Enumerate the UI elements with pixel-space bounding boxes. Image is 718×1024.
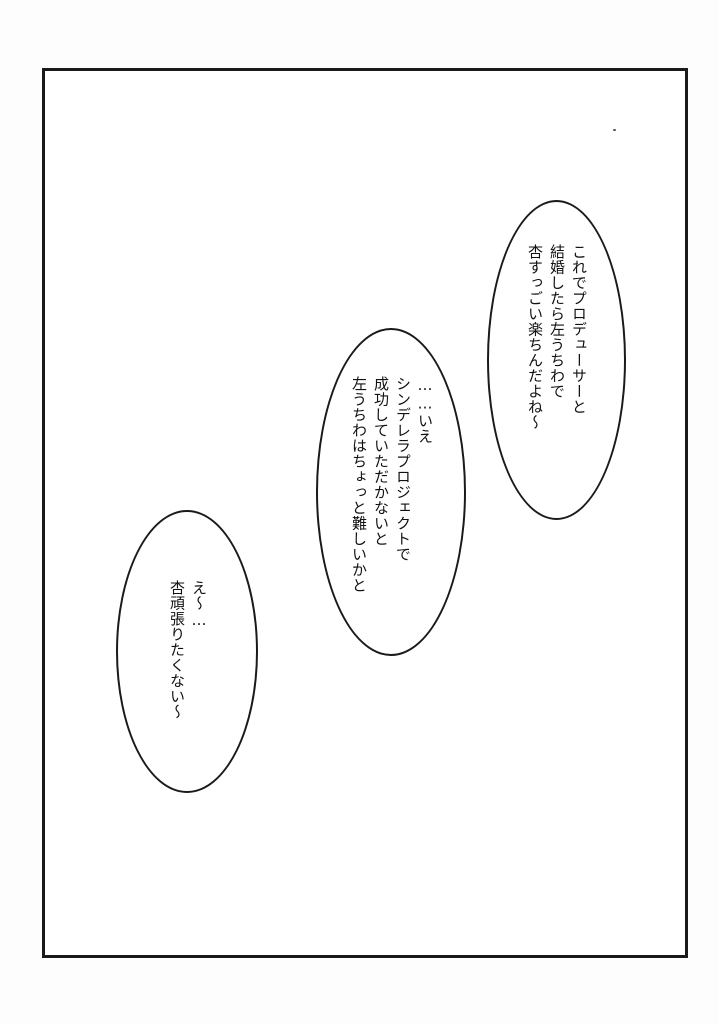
- speech-line: シンデレラプロジェクトで: [394, 376, 412, 562]
- speech-text-top-right: これでプロデューサーと 結婚したら左うちわで 杏すっごい楽ちんだよね～: [520, 244, 590, 474]
- speech-text-bottom-left: え～… 杏頑張りたくない～: [162, 580, 210, 740]
- speech-line: これでプロデューサーと: [570, 244, 588, 415]
- speech-line: ……いえ: [416, 376, 434, 444]
- speech-line: 結婚したら左うちわで: [548, 244, 566, 399]
- speech-text-middle: ……いえ シンデレラプロジェクトで 成功していただかないと 左うちわはちょっと難しいか…: [344, 376, 436, 616]
- speech-line: 左うちわはちょっと難しいかと: [350, 376, 368, 593]
- ink-speck: [613, 129, 616, 131]
- speech-line: え～…: [190, 580, 208, 630]
- speech-line: 杏すっごい楽ちんだよね～: [526, 244, 544, 430]
- speech-line: 杏頑張りたくない～: [168, 580, 186, 720]
- speech-line: 成功していただかないと: [372, 376, 390, 547]
